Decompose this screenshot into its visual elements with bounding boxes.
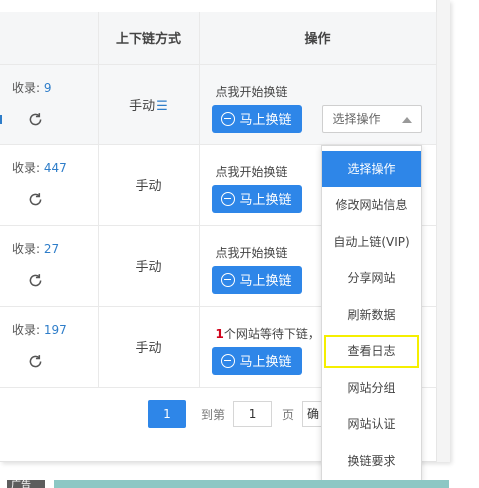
- refresh-icon[interactable]: [27, 111, 44, 128]
- menu-item-site-verify[interactable]: 网站认证: [322, 406, 421, 443]
- menu-item-share-site[interactable]: 分享网站: [322, 260, 421, 297]
- menu-item-select-operation[interactable]: 选择操作: [322, 151, 421, 187]
- include-count: 收录: 197: [12, 322, 67, 337]
- link-icon: [221, 353, 236, 368]
- scrollbar[interactable]: [436, 0, 450, 462]
- link-icon: [221, 111, 236, 126]
- page-suffix: 页: [282, 407, 295, 422]
- column-header-stats: [0, 12, 99, 65]
- pagination: 1 到第 1 页 确: [148, 400, 333, 428]
- include-count: 收录: 27: [12, 241, 60, 256]
- swap-now-button[interactable]: 马上换链: [211, 184, 302, 213]
- swap-now-button[interactable]: 马上换链: [211, 265, 302, 294]
- refresh-icon[interactable]: [27, 272, 44, 289]
- link-icon: [221, 272, 236, 287]
- swap-hint: 点我开始换链: [215, 245, 288, 260]
- link-icon: [221, 191, 236, 206]
- swap-hint: 点我开始换链: [215, 164, 288, 179]
- refresh-icon[interactable]: [27, 191, 44, 208]
- page-button-current[interactable]: 1: [148, 400, 186, 428]
- operation-dropdown-menu: 选择操作 修改网站信息 自动上链(VIP) 分享网站 刷新数据 查看日志 网站分…: [321, 145, 422, 481]
- swap-now-button[interactable]: 马上换链: [211, 346, 302, 375]
- method-cell: 手动☰: [98, 64, 200, 145]
- column-header-ops: 操作: [199, 12, 437, 65]
- menu-item-link-requirements[interactable]: 换链要求: [322, 443, 421, 480]
- operation-select[interactable]: 选择操作: [321, 104, 422, 133]
- swap-now-button[interactable]: 马上换链: [211, 104, 302, 133]
- ad-badge: 广告: [7, 480, 45, 488]
- refresh-icon[interactable]: [27, 353, 44, 370]
- menu-item-edit-site-info[interactable]: 修改网站信息: [322, 187, 421, 224]
- table-header-row: 上下链方式 操作: [0, 12, 437, 65]
- method-cell: 手动: [98, 144, 200, 226]
- swap-hint: 点我开始换链: [215, 84, 288, 99]
- menu-item-site-group[interactable]: 网站分组: [322, 370, 421, 407]
- page-number-input[interactable]: 1: [233, 401, 273, 427]
- include-count: 收录: 9: [12, 80, 52, 95]
- method-cell: 手动: [98, 306, 200, 388]
- menu-item-auto-link-vip[interactable]: 自动上链(VIP): [322, 224, 421, 261]
- column-header-method: 上下链方式: [98, 12, 200, 65]
- menu-item-view-logs[interactable]: 查看日志: [322, 333, 421, 370]
- method-cell: 手动: [98, 225, 200, 307]
- table-row: 收录: 9 手动☰ 点我开始换链 马上换链 选择操作: [0, 64, 437, 145]
- menu-item-refresh-data[interactable]: 刷新数据: [322, 297, 421, 334]
- caret-up-icon: [401, 116, 412, 123]
- swap-hint: 1个网站等待下链，: [215, 326, 320, 341]
- include-count: 收录: 447: [12, 160, 67, 175]
- settings-sliders-icon[interactable]: ☰: [156, 99, 168, 114]
- goto-label: 到第: [201, 407, 226, 422]
- ad-banner[interactable]: [54, 480, 449, 488]
- row-marker: [0, 114, 3, 124]
